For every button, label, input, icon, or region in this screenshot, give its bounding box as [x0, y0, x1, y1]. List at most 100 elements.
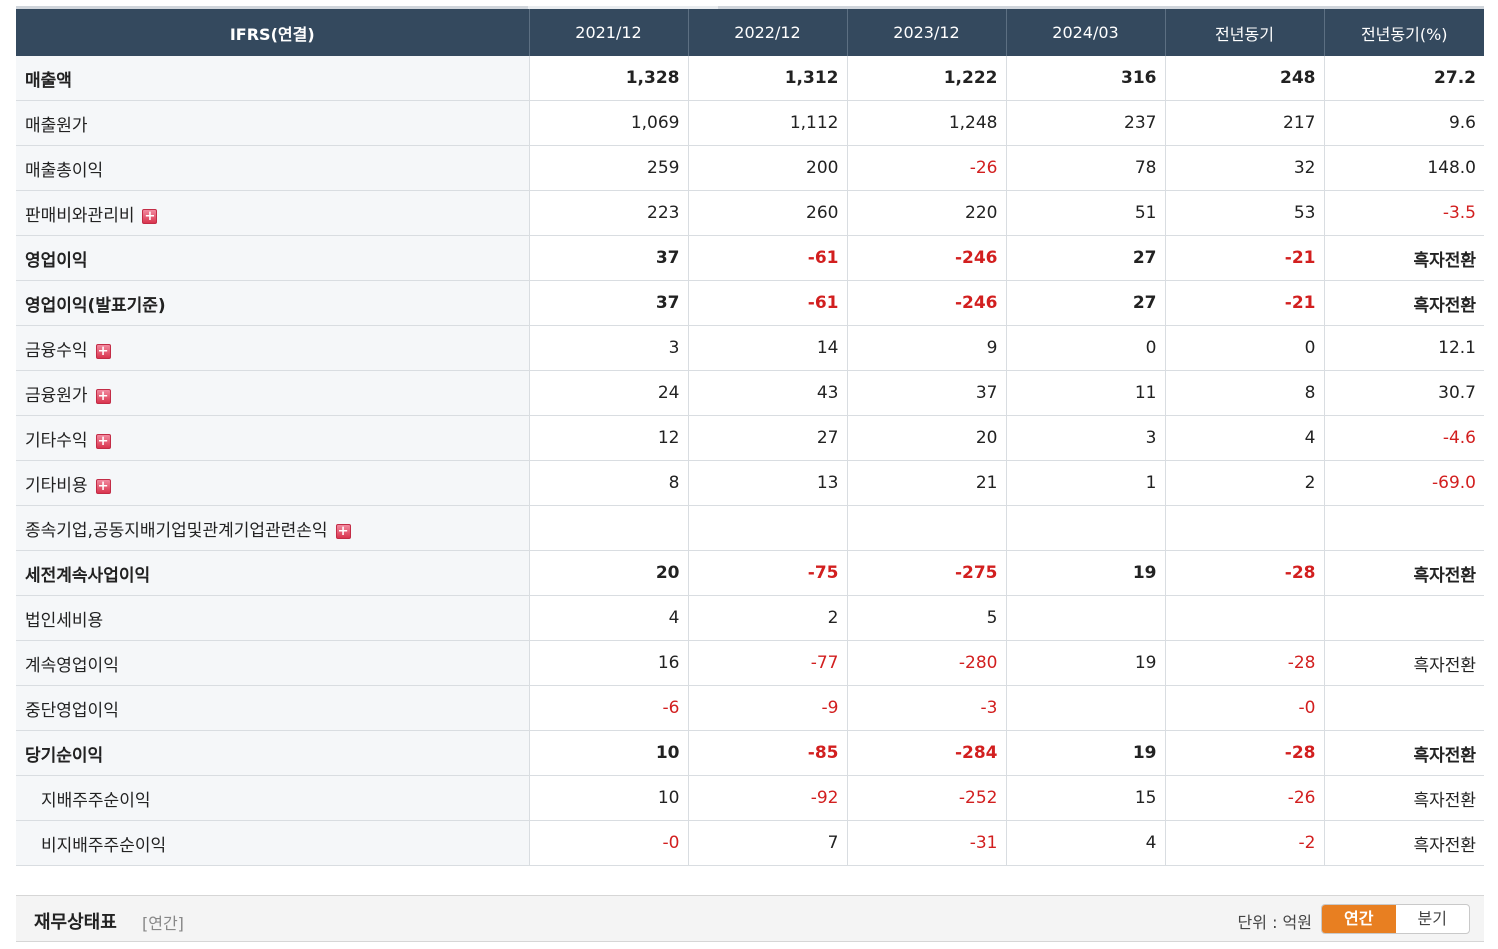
table-row: 지배주주순이익 10 -92 -252 15 -26 흑자전환 — [16, 775, 1484, 821]
value-cell: -21 — [1164, 235, 1324, 281]
value-cell: 20 — [528, 550, 688, 596]
value-cell: -3.5 — [1323, 190, 1484, 236]
value-cell: 148.0 — [1323, 145, 1484, 191]
value-cell: 217 — [1164, 100, 1324, 146]
row-label-cell: 매출원가 — [16, 100, 529, 146]
value-cell: 51 — [1005, 190, 1165, 236]
expand-plus-icon[interactable]: + — [335, 523, 351, 539]
value-cell: -92 — [687, 775, 847, 821]
value-cell — [1323, 595, 1484, 641]
row-label: 영업이익 — [25, 250, 88, 271]
table-row: 법인세비용 4 2 5 — [16, 595, 1484, 641]
expand-plus-icon[interactable]: + — [142, 208, 158, 224]
row-label: 금융수익 — [25, 340, 88, 361]
value-cell — [1164, 595, 1324, 641]
row-label-cell: 매출액 — [16, 56, 529, 101]
value-cell: 1,248 — [846, 100, 1006, 146]
table-row: 영업이익 37 -61 -246 27 -21 흑자전환 — [16, 235, 1484, 281]
value-cell — [1323, 505, 1484, 551]
row-label: 금융원가 — [25, 385, 88, 406]
row-label-cell: 비지배주주순이익 — [16, 820, 529, 866]
value-cell: 흑자전환 — [1323, 820, 1484, 866]
row-label: 매출총이익 — [25, 160, 104, 181]
expand-plus-icon[interactable]: + — [95, 478, 111, 494]
row-label-cell: 세전계속사업이익 — [16, 550, 529, 596]
value-cell: 220 — [846, 190, 1006, 236]
value-cell — [687, 505, 847, 551]
value-cell: 30.7 — [1323, 370, 1484, 416]
value-cell: 259 — [528, 145, 688, 191]
period-toggle: 연간 분기 — [1321, 904, 1470, 934]
value-cell: 43 — [687, 370, 847, 416]
value-cell — [1164, 505, 1324, 551]
value-cell: 1 — [1005, 460, 1165, 506]
value-cell: 3 — [1005, 415, 1165, 461]
value-cell: 1,222 — [846, 56, 1006, 101]
row-label: 당기순이익 — [25, 745, 104, 766]
row-label-cell: 금융수익 + — [16, 325, 529, 371]
value-cell: 78 — [1005, 145, 1165, 191]
income-statement-table: IFRS(연결) 2021/12 2022/12 2023/12 2024/03 전년동기… — [16, 9, 1484, 866]
value-cell: 237 — [1005, 100, 1165, 146]
value-cell — [846, 505, 1006, 551]
table-row: 매출원가 1,069 1,112 1,248 237 217 9.6 — [16, 100, 1484, 146]
row-label-cell: 계속영업이익 — [16, 640, 529, 686]
section-period-label: [연간] — [142, 914, 184, 933]
row-label: 세전계속사업이익 — [25, 565, 151, 586]
row-label: 영업이익(발표기준) — [25, 295, 166, 316]
value-cell: 12 — [528, 415, 688, 461]
value-cell: 9.6 — [1323, 100, 1484, 146]
row-label: 지배주주순이익 — [41, 790, 151, 811]
value-cell: 흑자전환 — [1323, 550, 1484, 596]
value-cell: 2 — [687, 595, 847, 641]
value-cell: -26 — [846, 145, 1006, 191]
row-label: 기타비용 — [25, 475, 88, 496]
value-cell: 37 — [528, 280, 688, 326]
value-cell: -21 — [1164, 280, 1324, 326]
value-cell: -252 — [846, 775, 1006, 821]
value-cell: 흑자전환 — [1323, 640, 1484, 686]
value-cell: 흑자전환 — [1323, 730, 1484, 776]
table-header-row: IFRS(연결) 2021/12 2022/12 2023/12 2024/03 전년동기… — [16, 9, 1484, 56]
toggle-quarterly-button[interactable]: 분기 — [1396, 905, 1470, 933]
value-cell: -75 — [687, 550, 847, 596]
value-cell: 흑자전환 — [1323, 775, 1484, 821]
section-title: 재무상태표 — [34, 912, 117, 933]
table-row: 계속영업이익 16 -77 -280 19 -28 흑자전환 — [16, 640, 1484, 686]
row-label: 판매비와관리비 — [25, 205, 135, 226]
expand-plus-icon[interactable]: + — [95, 433, 111, 449]
value-cell: -3 — [846, 685, 1006, 731]
toggle-annual-button[interactable]: 연간 — [1322, 905, 1396, 933]
table-row: 비지배주주순이익 -0 7 -31 4 -2 흑자전환 — [16, 820, 1484, 866]
header-column: 전년동기(%) — [1323, 9, 1484, 56]
value-cell: 1,312 — [687, 56, 847, 101]
header-column: 전년동기 — [1164, 9, 1324, 56]
row-label-cell: 기타비용 + — [16, 460, 529, 506]
expand-plus-icon[interactable]: + — [95, 388, 111, 404]
expand-plus-icon[interactable]: + — [95, 343, 111, 359]
value-cell: -28 — [1164, 640, 1324, 686]
row-label-cell: 종속기업,공동지배기업및관계기업관련손익 + — [16, 505, 529, 551]
value-cell: -275 — [846, 550, 1006, 596]
value-cell: 27.2 — [1323, 56, 1484, 101]
table-row: 세전계속사업이익 20 -75 -275 19 -28 흑자전환 — [16, 550, 1484, 596]
row-label: 비지배주주순이익 — [41, 835, 167, 856]
value-cell: 1,112 — [687, 100, 847, 146]
value-cell: -28 — [1164, 730, 1324, 776]
value-cell — [1005, 595, 1165, 641]
value-cell: -0 — [1164, 685, 1324, 731]
value-cell: 260 — [687, 190, 847, 236]
value-cell: 248 — [1164, 56, 1324, 101]
value-cell — [1005, 685, 1165, 731]
row-label: 매출액 — [25, 70, 72, 91]
row-label-cell: 법인세비용 — [16, 595, 529, 641]
value-cell: 223 — [528, 190, 688, 236]
row-label-cell: 매출총이익 — [16, 145, 529, 191]
row-label: 매출원가 — [25, 115, 88, 136]
value-cell: 4 — [1164, 415, 1324, 461]
value-cell: -28 — [1164, 550, 1324, 596]
value-cell: -61 — [687, 235, 847, 281]
value-cell: 15 — [1005, 775, 1165, 821]
header-column: 2024/03 — [1005, 9, 1165, 56]
value-cell: 32 — [1164, 145, 1324, 191]
